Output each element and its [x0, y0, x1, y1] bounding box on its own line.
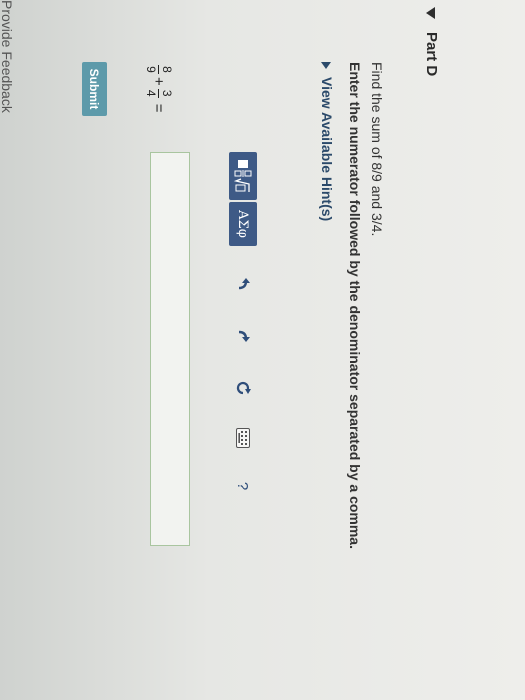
expand-arrow-icon [320, 62, 331, 69]
redo-icon[interactable] [233, 326, 253, 346]
templates-button[interactable] [229, 152, 257, 200]
fraction-3-4: 34 [144, 88, 174, 98]
part-title: Part D [423, 32, 440, 77]
problem-screen: Part D Find the sum of 8/9 and 3/4. Ente… [0, 0, 525, 700]
reset-icon[interactable] [233, 378, 253, 398]
fraction-denominator: 9 [144, 66, 158, 73]
question-text: Find the sum of 8/9 and 3/4. [369, 62, 385, 237]
math-toolbar: ΑΣφ ? [229, 152, 257, 544]
fraction-sqrt-template-icon [233, 160, 252, 192]
plus-sign: + [150, 77, 167, 86]
view-hints-link[interactable]: View Available Hint(s) [319, 62, 335, 221]
question-instructions: Enter the numerator followed by the deno… [347, 62, 363, 549]
collapse-arrow-icon[interactable] [426, 7, 435, 19]
submit-button[interactable]: Submit [82, 62, 107, 116]
answer-input[interactable] [150, 152, 190, 546]
fraction-denominator: 4 [144, 89, 158, 97]
undo-icon[interactable] [233, 274, 253, 294]
equals-sign: = [150, 103, 167, 113]
fraction-8-9: 89 [144, 65, 174, 74]
fraction-numerator: 3 [160, 89, 174, 97]
view-hints-label: View Available Hint(s) [319, 77, 335, 222]
math-expression: 89 + 34 = [144, 62, 174, 113]
provide-feedback-link[interactable]: Provide Feedback [0, 0, 15, 113]
fraction-numerator: 8 [160, 66, 174, 73]
part-header[interactable]: Part D [412, 0, 440, 700]
keyboard-icon[interactable] [233, 428, 253, 448]
photo-stage: Part D Find the sum of 8/9 and 3/4. Ente… [0, 0, 525, 700]
help-button[interactable]: ? [233, 476, 253, 496]
symbols-button[interactable]: ΑΣφ [229, 202, 257, 246]
